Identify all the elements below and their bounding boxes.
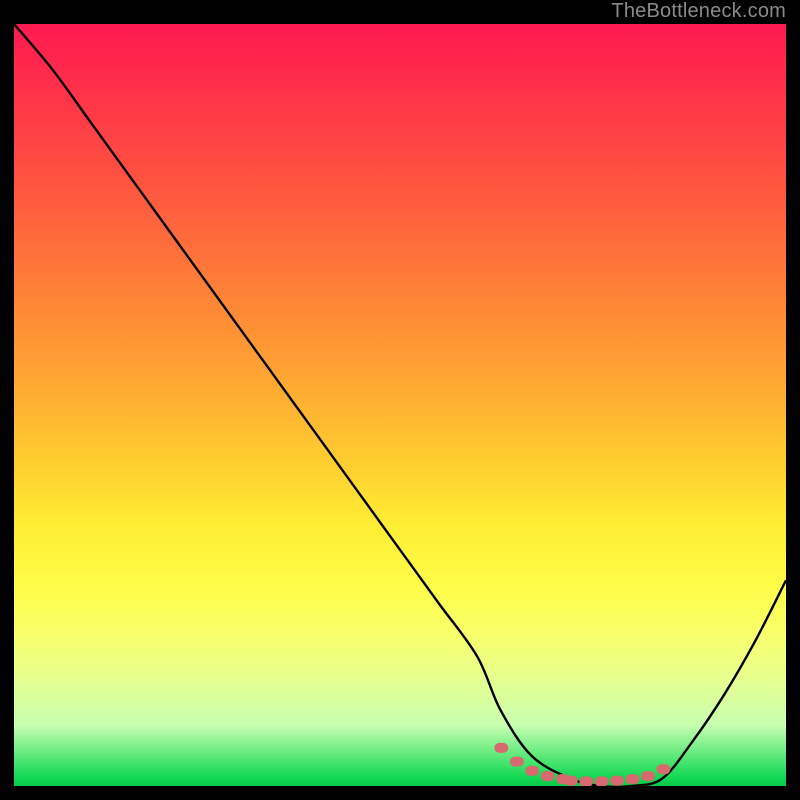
marker-dot — [595, 776, 609, 786]
low-region-markers — [494, 743, 670, 786]
marker-dot — [579, 776, 593, 786]
marker-dot — [541, 771, 555, 781]
marker-dot — [564, 776, 578, 786]
plot-area — [14, 24, 786, 786]
marker-dot — [610, 776, 624, 786]
marker-dot — [494, 743, 508, 753]
chart-stage: TheBottleneck.com — [0, 0, 800, 800]
marker-dot — [641, 771, 655, 781]
marker-dot — [626, 774, 640, 784]
bottleneck-curve-line — [14, 24, 786, 786]
marker-dot — [525, 766, 539, 776]
marker-dot — [656, 764, 670, 774]
curve-layer — [14, 24, 786, 786]
watermark-text: TheBottleneck.com — [611, 0, 786, 23]
marker-dot — [510, 757, 524, 767]
